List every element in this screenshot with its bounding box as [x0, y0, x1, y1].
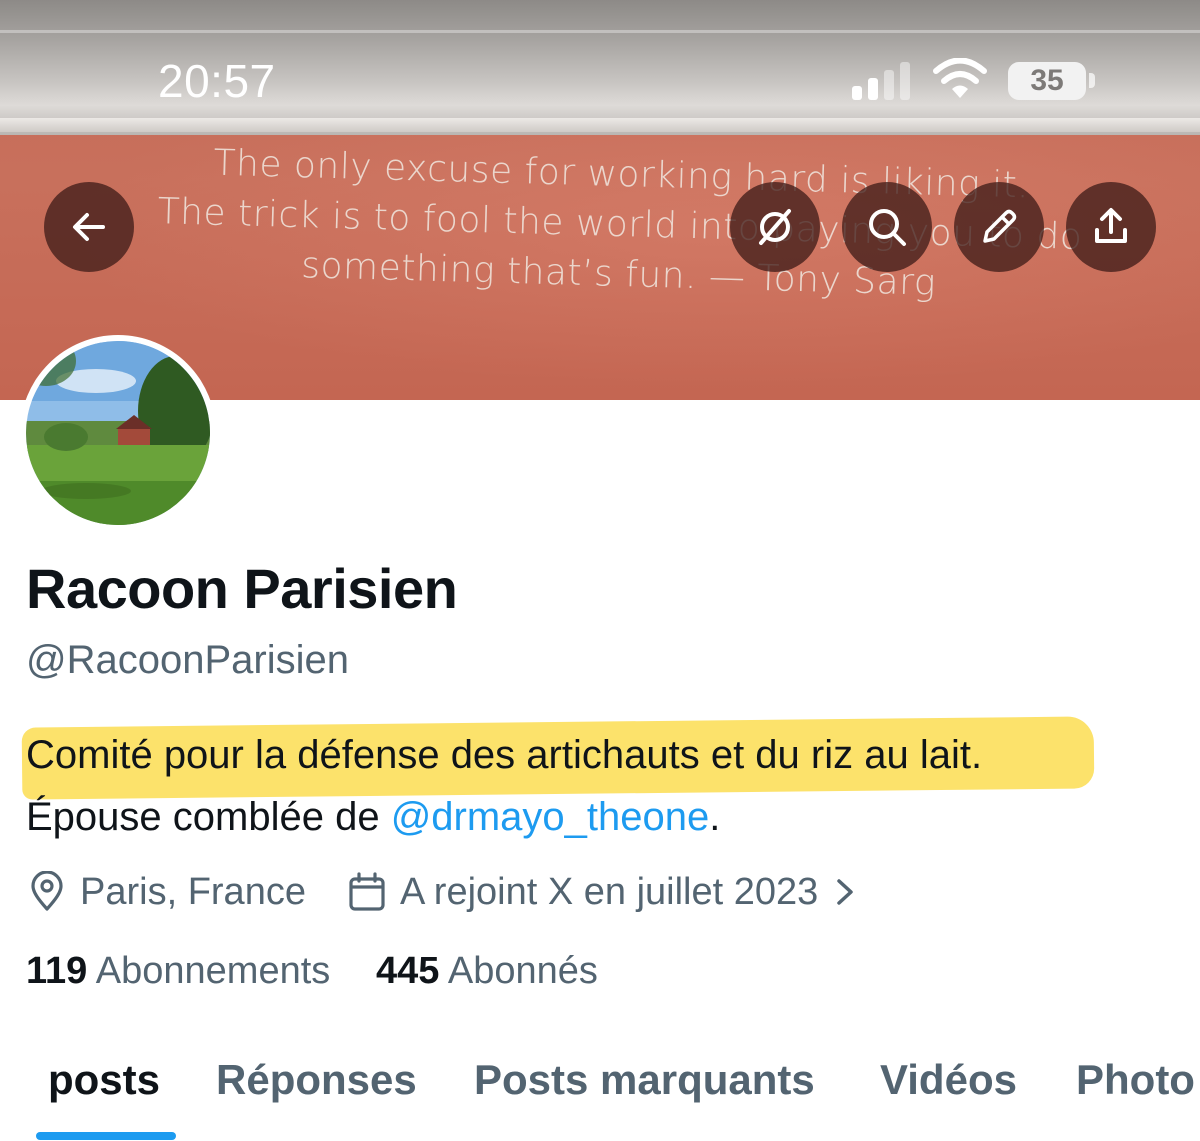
search-icon: [869, 209, 906, 246]
followers-count: 445: [376, 950, 440, 992]
share-icon: [1095, 208, 1127, 243]
calendar-icon: [349, 872, 385, 911]
tab-posts[interactable]: posts: [48, 1056, 160, 1104]
following-count: 119: [26, 950, 88, 992]
profile-location: Paris, France: [26, 866, 306, 918]
share-button[interactable]: [1066, 182, 1156, 272]
chevron-right-icon: [837, 879, 854, 905]
grok-icon: [759, 209, 791, 245]
avatar-image: [26, 341, 210, 525]
display-name: Racoon Parisien: [26, 557, 458, 620]
active-tab-indicator: [36, 1132, 176, 1140]
user-handle: @RacoonParisien: [26, 638, 349, 682]
followers-label: Abonnés: [447, 950, 598, 992]
pencil-icon: [983, 209, 1017, 243]
following-label: Abonnements: [95, 950, 331, 992]
avatar[interactable]: [20, 335, 216, 531]
search-button[interactable]: [842, 182, 932, 272]
edit-button[interactable]: [954, 182, 1044, 272]
bio-text: .: [709, 795, 721, 839]
grok-button[interactable]: [730, 182, 820, 272]
tab-videos[interactable]: Vidéos: [880, 1056, 1017, 1104]
status-time: 20:57: [158, 55, 276, 107]
cellular-signal-icon: [852, 62, 910, 100]
location-pin-icon: [31, 871, 63, 911]
bio-line-2: Épouse comblée de @drmayo_theone.: [26, 795, 720, 840]
followers-count-link[interactable]: 445 Abonnés: [376, 950, 598, 993]
bio-text: Épouse comblée de: [26, 795, 391, 839]
profile-joined[interactable]: A rejoint X en juillet 2023: [346, 866, 870, 918]
banner-quote: The only excuse for working hard is liki…: [148, 137, 1092, 313]
tab-photos[interactable]: Photo: [1076, 1056, 1195, 1104]
joined-text: A rejoint X en juillet 2023: [400, 870, 819, 913]
following-count-link[interactable]: 119 Abonnements: [26, 950, 330, 993]
tab-highlights[interactable]: Posts marquants: [474, 1056, 815, 1104]
profile-tabs: posts Réponses Posts marquants Vidéos Ph…: [0, 1050, 1200, 1141]
battery-indicator: 35: [1008, 62, 1086, 100]
arrow-left-icon: [73, 213, 105, 241]
tab-replies[interactable]: Réponses: [216, 1056, 417, 1104]
bio-line-1: Comité pour la défense des artichauts et…: [26, 733, 983, 777]
wifi-icon: [933, 58, 987, 98]
location-text: Paris, France: [80, 870, 306, 913]
bio-mention-link[interactable]: @drmayo_theone: [391, 795, 710, 839]
back-button[interactable]: [44, 182, 134, 272]
battery-tip: [1089, 73, 1095, 88]
